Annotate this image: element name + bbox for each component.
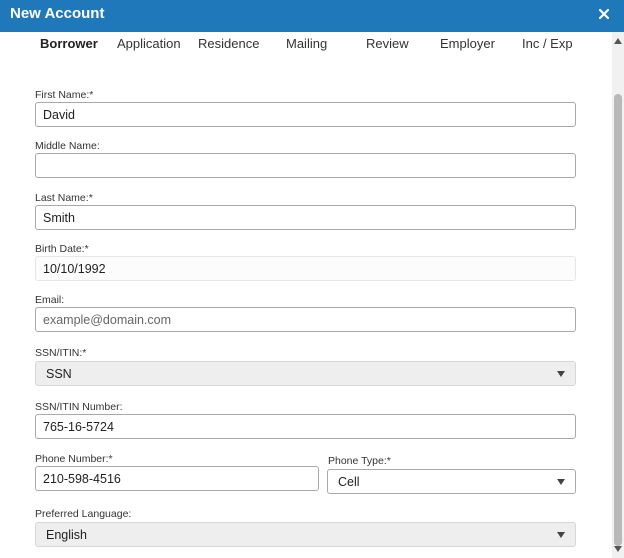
chevron-down-icon: [557, 532, 565, 538]
email-label: Email:: [35, 294, 65, 306]
birth-date-input[interactable]: 10/10/1992: [35, 256, 576, 281]
tab-inc-exp[interactable]: Inc / Exp: [522, 36, 573, 51]
tab-residence[interactable]: Residence: [198, 36, 259, 51]
ssn-itin-select[interactable]: SSN: [35, 361, 576, 386]
scrollbar-thumb[interactable]: [614, 94, 622, 546]
email-input[interactable]: example@domain.com: [35, 307, 576, 332]
phone-type-label: Phone Type:*: [328, 455, 391, 467]
last-name-input[interactable]: Smith: [35, 205, 576, 230]
ssn-itin-selected: SSN: [46, 367, 72, 381]
ssn-itin-number-input[interactable]: 765-16-5724: [35, 414, 576, 439]
chevron-down-icon: [557, 479, 565, 485]
title-bar: New Account: [0, 0, 624, 32]
tab-employer[interactable]: Employer: [440, 36, 495, 51]
tab-borrower[interactable]: Borrower: [40, 36, 98, 51]
birth-date-label: Birth Date:*: [35, 243, 89, 255]
scroll-up-icon[interactable]: [614, 38, 622, 44]
last-name-label: Last Name:*: [35, 192, 93, 204]
phone-type-select[interactable]: Cell: [327, 469, 576, 494]
vertical-scrollbar[interactable]: [612, 32, 624, 558]
tab-application[interactable]: Application: [117, 36, 181, 51]
ssn-itin-label: SSN/ITIN:*: [35, 347, 87, 359]
phone-type-selected: Cell: [338, 475, 360, 489]
preferred-language-label: Preferred Language:: [35, 508, 132, 520]
first-name-label: First Name:*: [35, 89, 94, 101]
preferred-language-selected: English: [46, 528, 87, 542]
preferred-language-select[interactable]: English: [35, 522, 576, 547]
phone-number-input[interactable]: 210-598-4516: [35, 466, 319, 491]
window-title: New Account: [10, 5, 105, 22]
first-name-input[interactable]: David: [35, 102, 576, 127]
close-icon[interactable]: [597, 7, 611, 21]
tab-review[interactable]: Review: [366, 36, 409, 51]
middle-name-label: Middle Name:: [35, 140, 100, 152]
tab-mailing[interactable]: Mailing: [286, 36, 327, 51]
tab-bar: Borrower Application Residence Mailing R…: [0, 32, 612, 54]
chevron-down-icon: [557, 371, 565, 377]
ssn-itin-number-label: SSN/ITIN Number:: [35, 401, 123, 413]
scroll-down-icon[interactable]: [614, 546, 622, 552]
phone-number-label: Phone Number:*: [35, 453, 113, 465]
middle-name-input[interactable]: [35, 153, 576, 178]
